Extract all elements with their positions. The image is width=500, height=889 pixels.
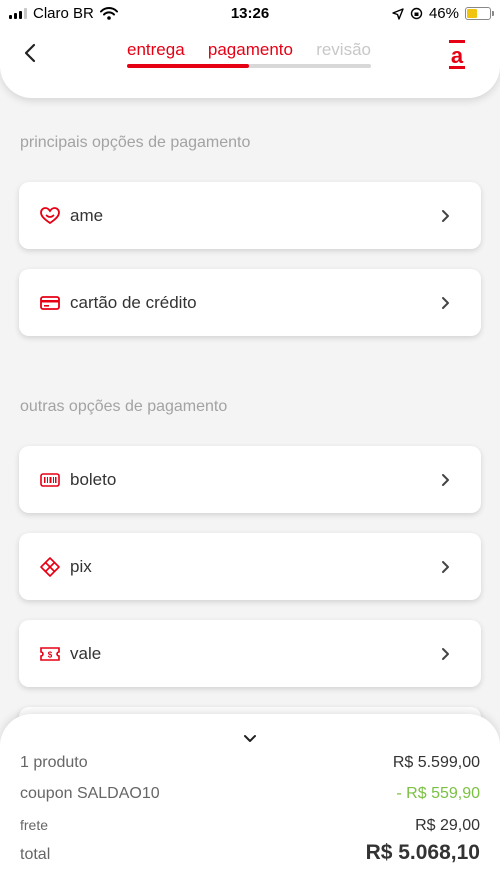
credit-card-icon [39,292,61,314]
svg-text:$: $ [48,650,53,659]
payment-option-ame[interactable]: ame [19,182,481,249]
summary-row-coupon: coupon SALDAO10 - R$ 559,90 [20,785,480,803]
status-right: 46% [392,5,494,22]
brand-letter: a [451,43,464,68]
voucher-icon: $ [39,643,61,665]
main-options-title: principais opções de pagamento [20,134,251,151]
summary-row-product: 1 produto R$ 5.599,00 [20,754,480,772]
chevron-right-icon [441,560,453,574]
product-count: 1 produto [20,754,88,771]
summary-row-shipping: frete R$ 29,00 [20,817,480,835]
brand-logo-icon: a [449,40,465,69]
back-button[interactable] [18,40,42,66]
product-price: R$ 5.599,00 [392,754,480,771]
shipping-price: R$ 29,00 [415,817,480,834]
collapse-summary-button[interactable] [240,730,260,746]
checkout-steps: entrega pagamento revisão [127,40,371,68]
coupon-discount: - R$ 559,90 [396,785,480,802]
battery-icon [465,7,494,20]
checkout-progress-bar [127,64,371,68]
order-summary: 1 produto R$ 5.599,00 coupon SALDAO10 - … [0,714,500,889]
step-entrega[interactable]: entrega [127,40,185,60]
orientation-lock-icon [410,7,423,20]
step-pagamento[interactable]: pagamento [208,40,293,60]
payment-option-vale[interactable]: $ vale [19,620,481,687]
total-label: total [20,846,51,863]
chevron-right-icon [441,473,453,487]
payment-option-label: vale [70,643,102,663]
pix-icon [39,556,61,578]
total-price: R$ 5.068,10 [365,841,480,864]
chevron-right-icon [441,209,453,223]
progress-fill [127,64,249,68]
payment-option-pix[interactable]: pix [19,533,481,600]
payment-option-credit-card[interactable]: cartão de crédito [19,269,481,336]
payment-option-label: boleto [70,469,117,489]
payment-option-label: ame [70,205,104,225]
chevron-left-icon [24,43,36,63]
step-revisao: revisão [316,40,371,59]
chevron-down-icon [244,734,256,742]
summary-row-total: total R$ 5.068,10 [20,841,480,865]
status-bar: Claro BR 13:26 46% [0,0,500,26]
chevron-right-icon [441,296,453,310]
battery-percent: 46% [428,5,459,22]
barcode-icon [39,469,61,491]
payment-option-boleto[interactable]: boleto [19,446,481,513]
shipping-label: frete [20,817,49,833]
heart-icon [39,205,61,227]
chevron-right-icon [441,647,453,661]
payment-option-label: pix [70,556,92,576]
other-options-title: outras opções de pagamento [20,398,228,415]
coupon-label: coupon SALDAO10 [20,785,160,802]
payment-option-label: cartão de crédito [70,292,197,312]
location-arrow-icon [392,7,404,20]
